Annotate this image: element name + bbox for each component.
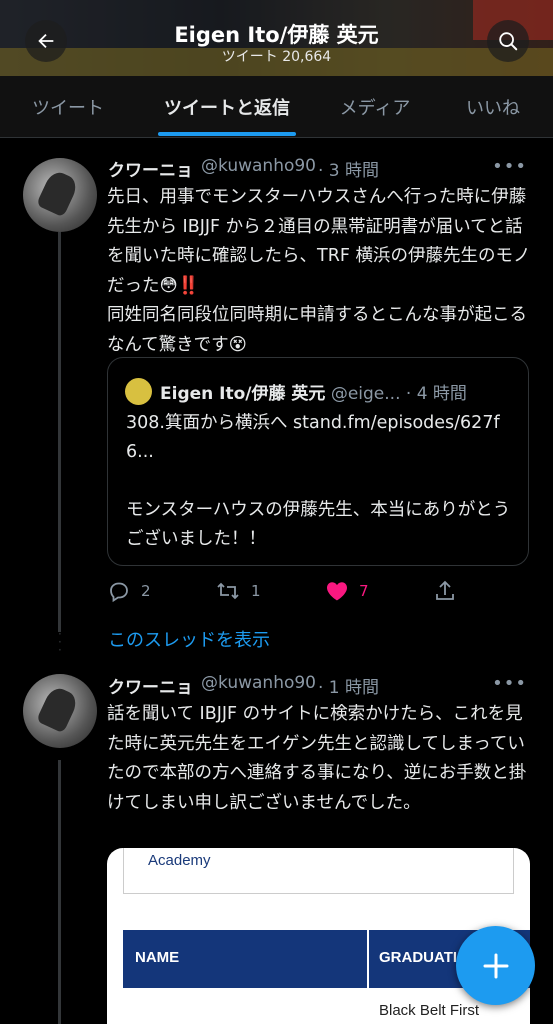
image-cell-text: Black Belt First xyxy=(379,1002,480,1019)
image-header-box: Academy xyxy=(123,848,514,894)
share-icon xyxy=(436,580,454,600)
thread-connector xyxy=(58,760,61,1024)
thread-connector xyxy=(58,232,61,632)
search-button[interactable] xyxy=(487,20,529,62)
quote-author-handle: @eige... xyxy=(330,384,401,404)
image-academy-text: Academy xyxy=(148,852,211,869)
avatar[interactable] xyxy=(23,158,97,232)
image-col-name: NAME xyxy=(135,949,180,966)
quote-avatar xyxy=(125,378,152,405)
compose-button[interactable] xyxy=(456,926,535,1005)
show-thread-link[interactable]: このスレッドを表示 xyxy=(108,626,270,652)
tweet-author-name[interactable]: クワーニョ xyxy=(108,156,193,181)
reply-count: 2 xyxy=(141,582,151,600)
retweet-icon xyxy=(217,582,239,600)
tweet-header: クワーニョ @kuwanho90 · 3 時間 xyxy=(108,156,379,181)
tweet-author-handle[interactable]: @kuwanho90 xyxy=(201,673,316,698)
tab-tweets-and-replies[interactable]: ツイートと返信 xyxy=(158,76,296,138)
tweet-author-name[interactable]: クワーニョ xyxy=(108,673,193,698)
profile-tabs: ツイート ツイートと返信 メディア いいね xyxy=(0,76,553,138)
reply-icon xyxy=(110,582,128,603)
profile-title: Eigen Ito/伊藤 英元 xyxy=(174,23,379,47)
quote-author-name: Eigen Ito/伊藤 英元 xyxy=(160,384,326,404)
quoted-tweet[interactable]: Eigen Ito/伊藤 英元 @eige... · 4 時間 308.箕面から… xyxy=(107,357,529,566)
tweet-image[interactable]: Academy NAME GRADUATIO Black Belt First xyxy=(107,848,530,1024)
tweet-author-handle[interactable]: @kuwanho90 xyxy=(201,156,316,181)
like-count: 7 xyxy=(359,582,369,600)
tweet-time[interactable]: · 1 時間 xyxy=(318,673,379,698)
tab-media[interactable]: メディア xyxy=(334,76,416,138)
tweet-actions: 2 1 7 xyxy=(107,574,547,608)
retweet-count: 1 xyxy=(251,582,261,600)
avatar[interactable] xyxy=(23,674,97,748)
compose-plus-icon xyxy=(483,953,508,978)
heart-icon xyxy=(327,582,347,601)
more-icon[interactable]: ••• xyxy=(492,156,527,177)
profile-header: Eigen Ito/伊藤 英元 ツイート 20,664 xyxy=(0,0,553,76)
tweet-text: 先日、用事でモンスターハウスさんへ行った時に伊藤先生から IBJJF から２通目… xyxy=(107,187,531,355)
more-icon[interactable]: ••• xyxy=(492,673,527,694)
share-button[interactable] xyxy=(433,574,457,608)
search-icon xyxy=(499,32,518,51)
like-button[interactable]: 7 xyxy=(325,574,369,608)
tab-likes[interactable]: いいね xyxy=(462,76,524,138)
quote-text: 308.箕面から横浜へ stand.fm/episodes/627f6... モ… xyxy=(126,413,511,549)
tweet-time[interactable]: · 3 時間 xyxy=(318,156,379,181)
tab-tweets[interactable]: ツイート xyxy=(28,76,108,138)
reply-button[interactable]: 2 xyxy=(107,574,151,608)
quote-time: · 4 時間 xyxy=(405,384,467,404)
retweet-button[interactable]: 1 xyxy=(215,574,261,608)
tweet-count: ツイート 20,664 xyxy=(221,49,332,65)
thread-gap-dots: · · · xyxy=(58,627,62,657)
tweet-header: クワーニョ @kuwanho90 · 1 時間 xyxy=(108,673,379,698)
tweet-text: 話を聞いて IBJJF のサイトに検索かけたら、これを見た時に英元先生をエイゲン… xyxy=(107,704,527,813)
image-col-divider xyxy=(367,930,369,988)
quote-header: Eigen Ito/伊藤 英元 @eige... · 4 時間 xyxy=(160,379,467,404)
